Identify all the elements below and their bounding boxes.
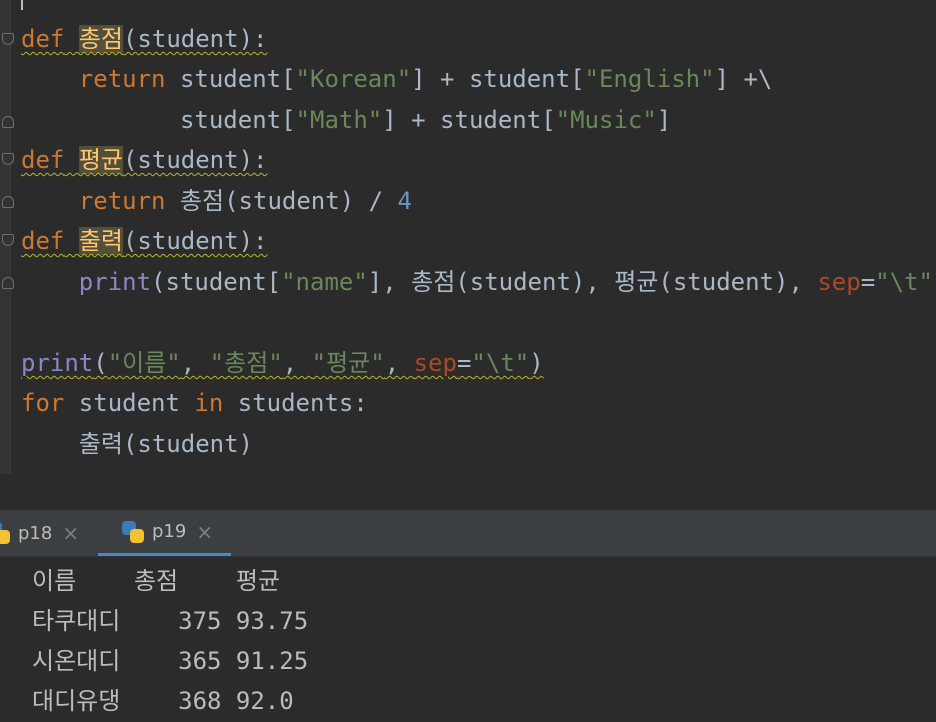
console-line: 시온대디 365 91.25 — [32, 647, 309, 675]
string-literal: "English" — [584, 65, 715, 93]
code-line[interactable]: def 총점(student): — [21, 19, 267, 59]
code-text: ], 총점(student), 평균(student), — [367, 268, 818, 296]
tab-p19[interactable]: p19 × — [98, 510, 231, 556]
keyword: def — [21, 227, 65, 255]
keyword: return — [78, 65, 166, 93]
code-text: (student): — [122, 227, 268, 255]
python-file-icon — [122, 520, 144, 543]
string-literal: "Music" — [555, 106, 657, 134]
code-line[interactable]: print("이름", "총점", "평균", sep="\t") — [21, 343, 544, 383]
code-line[interactable]: return 총점(student) / 4 — [21, 181, 412, 221]
code-text: = — [860, 268, 876, 296]
builtin-function: print — [21, 349, 94, 377]
code-line[interactable]: print(student["name"], 총점(student), 평균(s… — [21, 262, 936, 302]
tab-label: p19 — [152, 521, 187, 542]
keyword: for — [21, 389, 65, 417]
code-line[interactable]: 출력(student) — [21, 424, 253, 464]
fold-marker-icon[interactable] — [2, 277, 14, 289]
code-text: ] + student[ — [382, 106, 556, 134]
run-console-output[interactable]: 이름 총점 평균 타쿠대디 375 93.75 시온대디 365 91.25 대… — [0, 557, 936, 722]
code-text: students: — [223, 389, 368, 417]
code-text: ( — [93, 349, 108, 377]
keyword: in — [194, 389, 224, 417]
code-line[interactable]: def 평균(student): — [21, 140, 267, 180]
console-header-line: 이름 총점 평균 — [32, 567, 281, 595]
fold-marker-icon[interactable] — [2, 234, 14, 246]
code-text: ] — [656, 106, 672, 134]
keyword-argument: sep — [817, 268, 861, 296]
code-text: = — [456, 349, 472, 377]
fold-marker-icon[interactable] — [2, 153, 14, 165]
code-text: , — [180, 349, 210, 377]
code-line[interactable]: for student in students: — [21, 383, 368, 423]
keyword: def — [21, 25, 65, 53]
close-icon[interactable]: × — [62, 521, 79, 545]
string-literal: "Math" — [295, 106, 383, 134]
code-text: , — [282, 349, 312, 377]
keyword-argument: sep — [413, 349, 457, 377]
python-file-icon — [0, 522, 10, 544]
keyword: def — [21, 146, 65, 174]
string-literal: "name" — [281, 268, 368, 296]
keyword: return — [78, 187, 166, 215]
function-name: 출력 — [78, 227, 123, 255]
console-line: 대디유댕 368 92.0 — [32, 687, 294, 715]
tab-p18[interactable]: p18 × — [0, 510, 79, 556]
fold-marker-icon[interactable] — [2, 196, 14, 208]
string-literal: "\t" — [471, 349, 530, 377]
code-editor[interactable]: def 총점(student): return student["Korean"… — [0, 0, 936, 474]
code-text: (student): — [122, 146, 268, 174]
code-line[interactable]: student["Math"] + student["Music"] — [21, 100, 671, 140]
function-name: 총점 — [78, 25, 123, 53]
code-text: (student): — [122, 25, 268, 53]
number-literal: 4 — [397, 187, 412, 215]
string-literal: "평균" — [311, 349, 385, 377]
code-text: 출력(student) — [78, 430, 253, 458]
console-line: 타쿠대디 375 93.75 — [32, 607, 309, 635]
code-text: ) — [529, 349, 544, 377]
code-line[interactable]: def 출력(student): — [21, 221, 267, 261]
string-literal: "이름" — [107, 349, 181, 377]
code-text: student[ — [179, 106, 296, 134]
code-line[interactable]: return student["Korean"] + student["Engl… — [21, 59, 773, 99]
code-text: , — [384, 349, 414, 377]
code-text: student[ — [179, 65, 296, 93]
code-text: 총점(student) / — [165, 187, 398, 215]
fold-marker-icon[interactable] — [2, 33, 14, 45]
code-text: ] + student[ — [411, 65, 585, 93]
tab-label: p18 — [18, 522, 53, 544]
code-text: ] +\ — [714, 65, 773, 93]
function-name: 평균 — [78, 146, 123, 174]
panel-divider[interactable] — [0, 474, 936, 510]
code-text: (student[ — [151, 268, 282, 296]
code-text: student — [64, 389, 195, 417]
fold-marker-icon[interactable] — [2, 116, 14, 128]
close-icon[interactable]: × — [196, 520, 213, 544]
text-caret — [21, 0, 23, 10]
builtin-function: print — [78, 268, 152, 296]
string-literal: "Korean" — [295, 65, 412, 93]
string-literal: "\t" — [875, 268, 933, 296]
string-literal: "총점" — [209, 349, 283, 377]
run-tab-bar: p18 × p19 × — [0, 510, 936, 557]
